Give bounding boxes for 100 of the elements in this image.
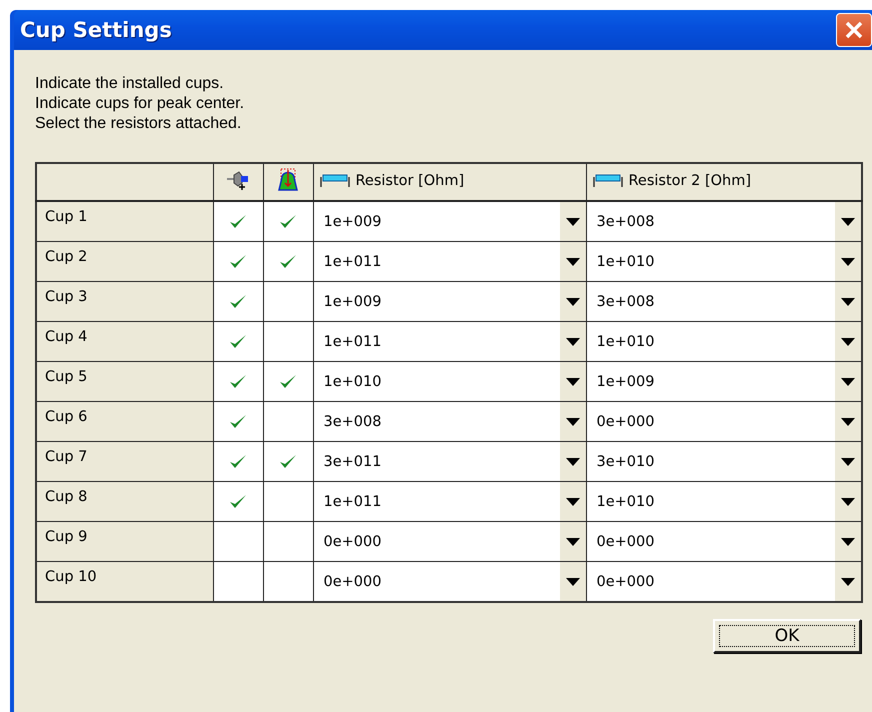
caret-icon — [841, 458, 855, 466]
checkbox-cell[interactable] — [263, 522, 313, 562]
checkbox-cell[interactable] — [263, 242, 313, 282]
checkmark-icon — [279, 254, 297, 270]
caret-icon — [566, 578, 580, 586]
checkmark-icon — [229, 254, 247, 270]
dropdown-button[interactable] — [835, 322, 861, 361]
caret-icon — [841, 378, 855, 386]
checkmark-icon — [229, 334, 247, 350]
checkbox-cell[interactable] — [213, 282, 263, 322]
close-icon — [844, 20, 864, 40]
caret-icon — [841, 578, 855, 586]
dropdown-button[interactable] — [560, 242, 586, 281]
checkbox-cell[interactable] — [263, 402, 313, 442]
instruction-text: Select the resistors attached. — [35, 114, 242, 134]
resistor-dropdown[interactable]: 1e+009 — [314, 282, 586, 321]
dropdown-button[interactable] — [835, 442, 861, 481]
column-label: Resistor [Ohm] — [356, 172, 464, 190]
instruction-text: Indicate the installed cups. — [35, 74, 225, 94]
resistor-dropdown[interactable]: 0e+000 — [586, 402, 861, 441]
caret-icon — [566, 298, 580, 306]
checkbox-cell[interactable] — [213, 242, 263, 282]
resistor-dropdown[interactable]: 3e+008 — [586, 282, 861, 321]
checkbox-cell[interactable] — [263, 562, 313, 602]
resistor-dropdown[interactable]: 0e+000 — [314, 562, 586, 601]
resistor-dropdown[interactable]: 1e+011 — [314, 242, 586, 281]
caret-icon — [841, 298, 855, 306]
caret-icon — [566, 378, 580, 386]
caret-icon — [841, 418, 855, 426]
caret-icon — [566, 218, 580, 226]
close-button[interactable] — [836, 13, 872, 47]
checkmark-icon — [229, 294, 247, 310]
dropdown-button[interactable] — [560, 362, 586, 401]
dropdown-button[interactable] — [560, 282, 586, 321]
resistor-dropdown[interactable]: 3e+010 — [586, 442, 861, 481]
probe-icon — [226, 170, 250, 190]
checkbox-cell[interactable] — [213, 362, 263, 402]
row-header: Cup 10 — [36, 562, 213, 602]
caret-icon — [566, 538, 580, 546]
checkbox-cell[interactable] — [263, 442, 313, 482]
row-header: Cup 2 — [36, 242, 213, 282]
resistor-dropdown[interactable]: 1e+009 — [314, 202, 586, 241]
resistor-dropdown[interactable]: 0e+000 — [314, 522, 586, 561]
dropdown-button[interactable] — [560, 322, 586, 361]
dropdown-button[interactable] — [560, 562, 586, 601]
checkmark-icon — [229, 214, 247, 230]
checkmark-icon — [279, 374, 297, 390]
resistor-dropdown[interactable]: 1e+011 — [314, 322, 586, 361]
dropdown-button[interactable] — [835, 522, 861, 561]
row-header: Cup 8 — [36, 482, 213, 522]
resistor-dropdown[interactable]: 0e+000 — [586, 562, 861, 601]
dropdown-button[interactable] — [560, 482, 586, 521]
row-header: Cup 9 — [36, 522, 213, 562]
row-header: Cup 6 — [36, 402, 213, 442]
checkbox-cell[interactable] — [213, 522, 263, 562]
resistor-dropdown[interactable]: 0e+000 — [586, 522, 861, 561]
dropdown-button[interactable] — [835, 482, 861, 521]
checkmark-icon — [229, 494, 247, 510]
dropdown-button[interactable] — [560, 522, 586, 561]
dropdown-button[interactable] — [835, 202, 861, 241]
resistor-dropdown[interactable]: 3e+008 — [586, 202, 861, 241]
resistor-dropdown[interactable]: 1e+011 — [314, 482, 586, 521]
caret-icon — [841, 258, 855, 266]
dropdown-button[interactable] — [835, 562, 861, 601]
dropdown-button[interactable] — [835, 242, 861, 281]
checkbox-cell[interactable] — [213, 482, 263, 522]
dropdown-button[interactable] — [835, 282, 861, 321]
resistor-dropdown[interactable]: 1e+010 — [314, 362, 586, 401]
resistor-dropdown[interactable]: 3e+011 — [314, 442, 586, 481]
checkmark-icon — [229, 454, 247, 470]
row-header: Cup 3 — [36, 282, 213, 322]
resistor-dropdown[interactable]: 1e+010 — [586, 482, 861, 521]
checkbox-cell[interactable] — [213, 201, 263, 242]
checkbox-cell[interactable] — [263, 282, 313, 322]
instruction-text: Indicate cups for peak center. — [35, 94, 246, 114]
checkbox-cell[interactable] — [213, 442, 263, 482]
checkbox-cell[interactable] — [213, 322, 263, 362]
checkbox-cell[interactable] — [213, 402, 263, 442]
resistor-dropdown[interactable]: 1e+010 — [586, 242, 861, 281]
caret-icon — [841, 338, 855, 346]
dropdown-button[interactable] — [560, 402, 586, 441]
dropdown-button[interactable] — [835, 402, 861, 441]
resistor-dropdown[interactable]: 1e+009 — [586, 362, 861, 401]
checkbox-cell[interactable] — [263, 482, 313, 522]
bell-icon — [277, 168, 299, 192]
window-title: Cup Settings — [20, 18, 173, 42]
checkbox-cell[interactable] — [213, 562, 263, 602]
dropdown-button[interactable] — [560, 442, 586, 481]
checkmark-icon — [279, 214, 297, 230]
resistor-dropdown[interactable]: 1e+010 — [586, 322, 861, 361]
dropdown-button[interactable] — [560, 202, 586, 241]
checkmark-icon — [279, 454, 297, 470]
checkbox-cell[interactable] — [263, 362, 313, 402]
checkbox-cell[interactable] — [263, 322, 313, 362]
dropdown-button[interactable] — [835, 362, 861, 401]
ok-button[interactable]: OK — [713, 619, 861, 653]
resistor-dropdown[interactable]: 3e+008 — [314, 402, 586, 441]
checkmark-icon — [229, 374, 247, 390]
checkbox-cell[interactable] — [263, 201, 313, 242]
row-header: Cup 7 — [36, 442, 213, 482]
